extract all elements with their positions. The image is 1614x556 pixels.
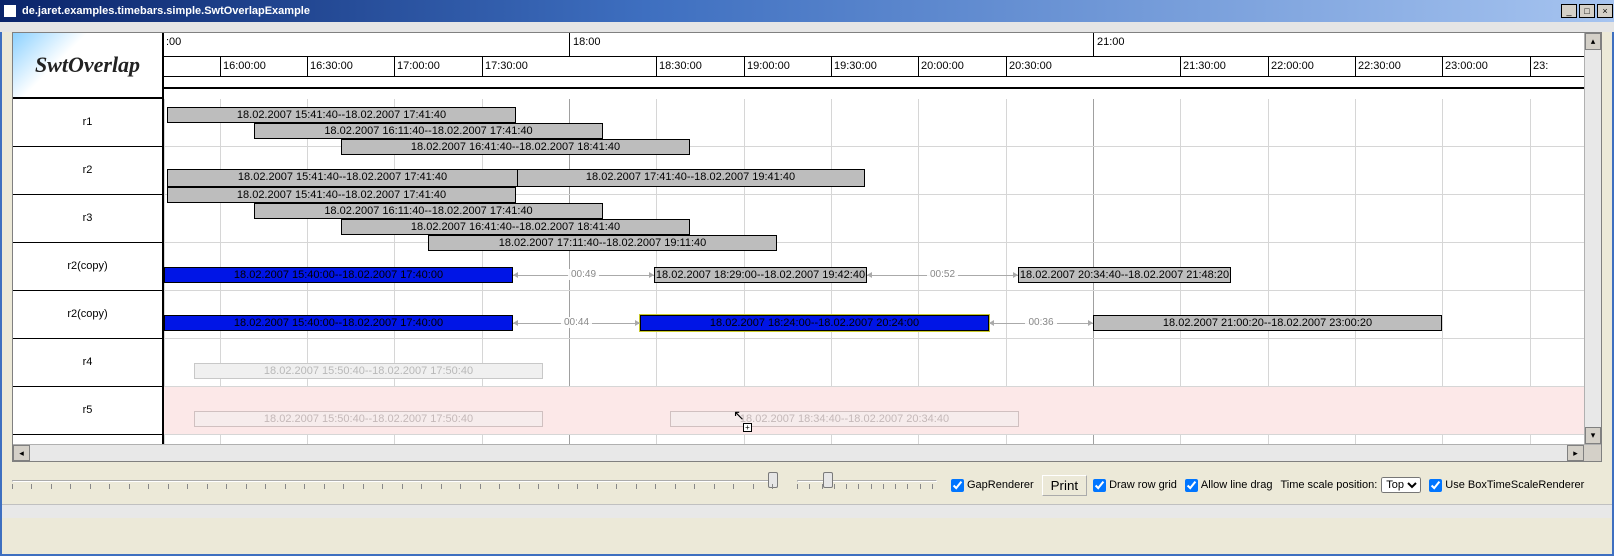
window-title: de.jaret.examples.timebars.simple.SwtOve…	[20, 5, 1560, 17]
draw-row-grid-label: Draw row grid	[1109, 479, 1177, 491]
scroll-up-icon[interactable]: ▴	[1585, 33, 1601, 50]
box-renderer-checkbox[interactable]: Use BoxTimeScaleRenderer	[1429, 479, 1584, 492]
row-header[interactable]: r2(copy)	[13, 291, 162, 339]
chart-row: 18.02.2007 15:40:00--18.02.2007 17:40:00…	[164, 243, 1584, 291]
time-bar[interactable]: 18.02.2007 21:00:20--18.02.2007 23:00:20	[1093, 315, 1442, 331]
time-bar[interactable]: 18.02.2007 16:41:40--18.02.2007 18:41:40	[341, 219, 690, 235]
allow-line-drag-label: Allow line drag	[1201, 479, 1273, 491]
print-button[interactable]: Print	[1042, 475, 1087, 496]
minor-tick-label: 23:	[1530, 60, 1548, 72]
time-bar[interactable]: 18.02.2007 15:41:40--18.02.2007 17:41:40…	[167, 169, 865, 187]
time-bar[interactable]: 18.02.2007 15:41:40--18.02.2007 17:41:40	[167, 107, 516, 123]
gap-indicator: 00:49	[513, 267, 654, 283]
row-header[interactable]: r1	[13, 99, 162, 147]
maximize-button[interactable]: □	[1579, 4, 1595, 18]
major-tick-label: 18:00	[573, 36, 601, 48]
time-bar[interactable]: 18.02.2007 15:50:40--18.02.2007 17:50:40	[194, 411, 543, 427]
corner-label-cell: SwtOverlap	[13, 33, 164, 99]
vertical-scrollbar[interactable]: ▴ ▾	[1584, 33, 1601, 444]
row-header[interactable]: r5	[13, 387, 162, 435]
time-scale-position-select[interactable]: Top	[1381, 477, 1421, 493]
box-renderer-label: Use BoxTimeScaleRenderer	[1445, 479, 1584, 491]
minor-tick-label: 21:30:00	[1180, 60, 1226, 72]
secondary-slider[interactable]	[797, 474, 937, 496]
time-bar[interactable]: 18.02.2007 18:34:40--18.02.2007 20:34:40	[670, 411, 1019, 427]
minor-tick-label: 22:30:00	[1355, 60, 1401, 72]
timebar-viewer: SwtOverlap :00 18:00 21:00 16:00:00 16:30:…	[12, 32, 1602, 462]
zoom-slider[interactable]	[12, 474, 777, 496]
row-header[interactable]: r3	[13, 195, 162, 243]
row-header[interactable]: r2	[13, 147, 162, 195]
gap-indicator: 00:36	[989, 315, 1093, 331]
scroll-corner	[1584, 445, 1601, 461]
time-bar[interactable]: 18.02.2007 15:40:00--18.02.2007 17:40:00	[164, 315, 513, 331]
gap-indicator: 00:44	[513, 315, 640, 331]
minor-tick-label: 22:00:00	[1268, 60, 1314, 72]
minor-tick-label: 23:00:00	[1442, 60, 1488, 72]
scroll-down-icon[interactable]: ▾	[1585, 427, 1601, 444]
chart-row: 18.02.2007 15:50:40--18.02.2007 17:50:40…	[164, 387, 1584, 435]
row-header[interactable]: r4	[13, 339, 162, 387]
time-scale-position-label: Time scale position:	[1280, 479, 1377, 491]
chart-row: 18.02.2007 15:40:00--18.02.2007 17:40:00…	[164, 291, 1584, 339]
minimize-button[interactable]: _	[1561, 4, 1577, 18]
scroll-right-icon[interactable]: ▸	[1567, 445, 1584, 461]
cursor-plus-icon: +	[743, 423, 752, 432]
time-bar[interactable]: 18.02.2007 16:11:40--18.02.2007 17:41:40	[254, 203, 603, 219]
corner-label: SwtOverlap	[35, 52, 140, 78]
minor-tick-label: 17:30:00	[482, 60, 528, 72]
time-bar[interactable]: 18.02.2007 15:50:40--18.02.2007 17:50:40	[194, 363, 543, 379]
chart-row: 18.02.2007 15:41:40--18.02.2007 17:41:40…	[164, 195, 1584, 243]
time-bar[interactable]: 18.02.2007 18:24:00--18.02.2007 20:24:00	[640, 315, 989, 331]
minor-tick-label: 16:30:00	[307, 60, 353, 72]
minor-tick-label: 19:00:00	[744, 60, 790, 72]
time-bar[interactable]: 18.02.2007 16:11:40--18.02.2007 17:41:40	[254, 123, 603, 139]
bottom-toolbar: GapRenderer Print Draw row grid Allow li…	[2, 466, 1612, 504]
minor-tick-label: 16:00:00	[220, 60, 266, 72]
time-scale-minor: 16:00:00 16:30:00 17:00:00 17:30:00 18:30:00…	[164, 57, 1584, 77]
minor-tick-label: 20:00:00	[918, 60, 964, 72]
client-area: SwtOverlap :00 18:00 21:00 16:00:00 16:30:…	[0, 32, 1614, 556]
minor-tick-label: 18:30:00	[656, 60, 702, 72]
minor-tick-label: 20:30:00	[1006, 60, 1052, 72]
draw-row-grid-checkbox[interactable]: Draw row grid	[1093, 479, 1177, 492]
time-scale[interactable]: :00 18:0021:00 16:00:0016:30:0017:00:001…	[164, 33, 1584, 89]
time-scale-major: :00 18:00 21:00	[164, 33, 1584, 57]
chart-row: 18.02.2007 15:41:40--18.02.2007 17:41:40…	[164, 99, 1584, 147]
status-bar	[2, 504, 1612, 518]
titlebar: de.jaret.examples.timebars.simple.SwtOve…	[0, 0, 1614, 22]
row-headers: r1r2r3r2(copy)r2(copy)r4r5	[13, 99, 164, 445]
row-header[interactable]: r2(copy)	[13, 243, 162, 291]
minor-tick-label: 19:30:00	[831, 60, 877, 72]
time-bar[interactable]: 18.02.2007 15:40:00--18.02.2007 17:40:00	[164, 267, 513, 283]
time-scale-t0: :00	[166, 36, 181, 48]
chart-area[interactable]: 18.02.2007 15:41:40--18.02.2007 17:41:40…	[164, 99, 1584, 445]
allow-line-drag-checkbox[interactable]: Allow line drag	[1185, 479, 1273, 492]
scroll-left-icon[interactable]: ◂	[13, 445, 30, 461]
horizontal-scrollbar[interactable]: ◂ ▸	[13, 444, 1601, 461]
time-bar[interactable]: 18.02.2007 20:34:40--18.02.2007 21:48:20	[1018, 267, 1231, 283]
major-tick-label: 21:00	[1097, 36, 1125, 48]
chart-row: 18.02.2007 15:50:40--18.02.2007 17:50:40	[164, 339, 1584, 387]
gap-indicator: 00:52	[867, 267, 1018, 283]
gap-renderer-checkbox[interactable]: GapRenderer	[951, 479, 1034, 492]
time-bar[interactable]: 18.02.2007 15:41:40--18.02.2007 17:41:40	[167, 187, 516, 203]
minor-tick-label: 17:00:00	[394, 60, 440, 72]
gap-renderer-label: GapRenderer	[967, 479, 1034, 491]
time-bar[interactable]: 18.02.2007 18:29:00--18.02.2007 19:42:40	[654, 267, 867, 283]
close-button[interactable]: ×	[1597, 4, 1613, 18]
app-icon	[4, 5, 16, 17]
